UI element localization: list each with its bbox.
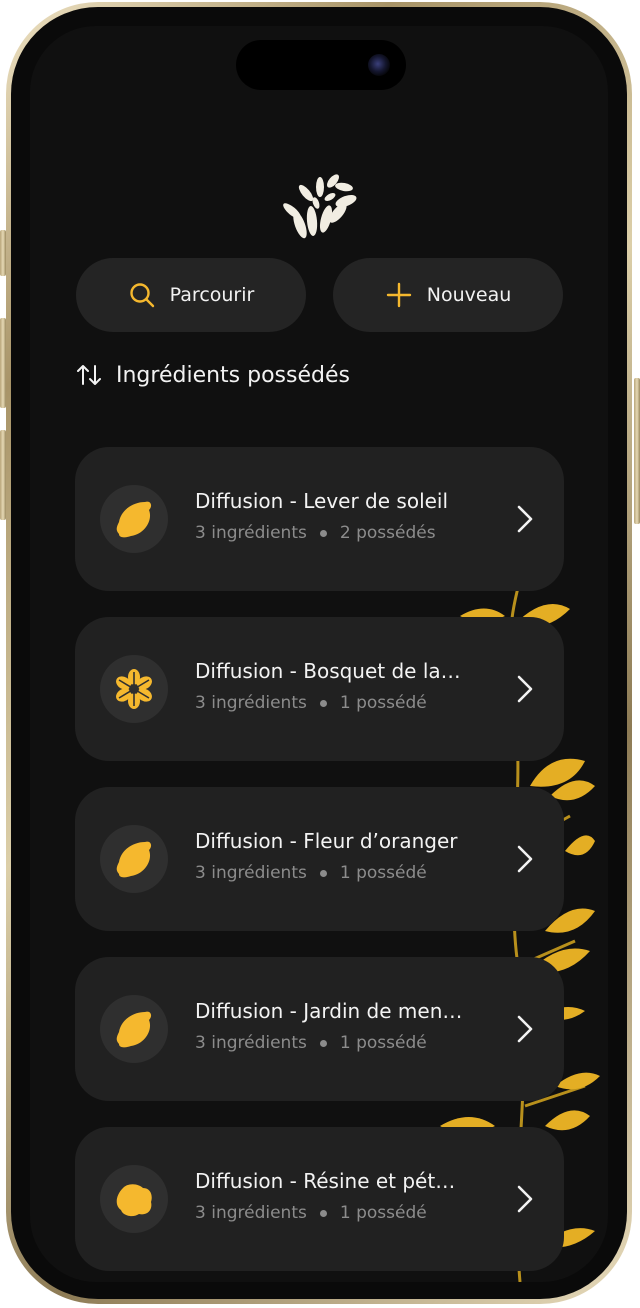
action-button (0, 230, 6, 276)
separator-dot (319, 869, 327, 877)
ingredient-count: 3 ingrédients (195, 693, 307, 713)
recipe-card[interactable]: Diffusion - Jardin de men… 3 ingrédients… (75, 957, 564, 1101)
lemon-icon (116, 841, 152, 878)
recipe-avatar (100, 995, 168, 1063)
lemon-icon (116, 1011, 152, 1048)
recipe-avatar (100, 485, 168, 553)
ingredient-count: 3 ingrédients (195, 1033, 307, 1053)
recipe-card[interactable]: Diffusion - Résine et pét… 3 ingrédients… (75, 1127, 564, 1271)
lemon-icon (116, 501, 152, 538)
search-icon (129, 283, 154, 308)
recipe-meta: 3 ingrédients 1 possédé (195, 1033, 427, 1053)
new-button-label: Nouveau (426, 284, 512, 306)
plus-icon (386, 282, 411, 308)
chevron-right-icon (517, 505, 533, 533)
chevron-right-icon (517, 845, 533, 873)
resin-blob-icon (116, 1184, 152, 1217)
recipe-avatar (100, 1165, 168, 1233)
power-button (634, 378, 640, 524)
recipe-card[interactable]: Diffusion - Lever de soleil 3 ingrédient… (75, 447, 564, 591)
recipe-card[interactable]: Diffusion - Fleur d’oranger 3 ingrédient… (75, 787, 564, 931)
recipe-title: Diffusion - Résine et pét… (195, 1169, 456, 1193)
sort-arrows-icon (77, 365, 101, 385)
owned-count: 1 possédé (339, 1033, 427, 1053)
separator-dot (319, 699, 327, 707)
ingredient-count: 3 ingrédients (195, 523, 307, 543)
browse-button-label: Parcourir (169, 284, 255, 306)
owned-count: 2 possédés (339, 523, 436, 543)
sort-header[interactable]: Ingrédients possédés (76, 362, 350, 388)
recipe-card[interactable]: Diffusion - Bosquet de la… 3 ingrédients… (75, 617, 564, 761)
separator-dot (319, 529, 327, 537)
app-screen: Parcourir Nouveau Ingrédients possédés D… (30, 26, 608, 1282)
chevron-right-icon (517, 1015, 533, 1043)
recipe-avatar (100, 825, 168, 893)
recipe-meta: 3 ingrédients 1 possédé (195, 863, 427, 883)
recipe-title: Diffusion - Lever de soleil (195, 489, 449, 513)
recipe-meta: 3 ingrédients 2 possédés (195, 523, 436, 543)
new-button[interactable]: Nouveau (333, 258, 563, 332)
recipe-avatar (100, 655, 168, 723)
owned-count: 1 possédé (339, 863, 427, 883)
volume-down-button (0, 430, 6, 520)
section-title: Ingrédients possédés (116, 362, 350, 388)
front-camera (368, 54, 390, 76)
flower-icon (116, 669, 152, 709)
ingredient-count: 3 ingrédients (195, 863, 307, 883)
recipe-meta: 3 ingrédients 1 possédé (195, 1203, 427, 1223)
chevron-right-icon (517, 675, 533, 703)
separator-dot (319, 1039, 327, 1047)
separator-dot (319, 1209, 327, 1217)
volume-up-button (0, 318, 6, 408)
recipe-meta: 3 ingrédients 1 possédé (195, 693, 427, 713)
dynamic-island (236, 40, 406, 90)
owned-count: 1 possédé (339, 693, 427, 713)
owned-count: 1 possédé (339, 1203, 427, 1223)
chevron-right-icon (517, 1185, 533, 1213)
ingredient-count: 3 ingrédients (195, 1203, 307, 1223)
browse-button[interactable]: Parcourir (76, 258, 306, 332)
recipe-title: Diffusion - Jardin de men… (195, 999, 463, 1023)
daisy-flower-logo-icon (283, 174, 357, 239)
recipe-title: Diffusion - Fleur d’oranger (195, 829, 458, 853)
recipe-title: Diffusion - Bosquet de la… (195, 659, 461, 683)
